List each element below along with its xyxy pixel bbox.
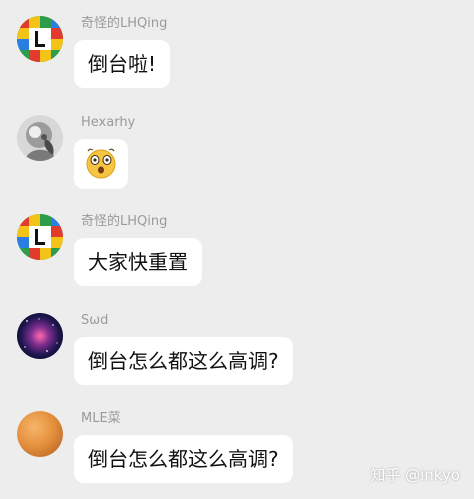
statue-avatar <box>17 115 63 161</box>
galaxy-avatar <box>17 313 63 359</box>
surprised-face-icon <box>86 148 116 179</box>
avatar[interactable] <box>17 313 63 359</box>
avatar[interactable] <box>17 16 63 62</box>
sender-name: 奇怪的LHQing <box>81 16 168 31</box>
message-bubble[interactable]: 倒台啦! <box>74 40 171 88</box>
message-bubble[interactable] <box>74 139 128 189</box>
orange-ball-avatar <box>17 411 63 457</box>
sender-name: MLE菜 <box>81 411 121 426</box>
avatar[interactable] <box>17 411 63 457</box>
chat-window: 奇怪的LHQing 倒台啦! Hexarhy 奇怪的LHQing 大家快重置 S… <box>0 0 474 499</box>
sender-name: 奇怪的LHQing <box>81 214 168 229</box>
message-bubble[interactable]: 倒台怎么都这么高调? <box>74 435 293 483</box>
sender-name: Hexarhy <box>81 115 136 130</box>
avatar[interactable] <box>17 115 63 161</box>
message-bubble[interactable]: 倒台怎么都这么高调? <box>74 337 293 385</box>
watermark: 知乎 @inkyo <box>370 466 460 484</box>
avatar[interactable] <box>17 214 63 260</box>
mosaic-L-avatar <box>17 214 63 260</box>
sender-name: Sωd <box>81 313 109 328</box>
mosaic-L-avatar <box>17 16 63 62</box>
message-bubble[interactable]: 大家快重置 <box>74 238 202 286</box>
